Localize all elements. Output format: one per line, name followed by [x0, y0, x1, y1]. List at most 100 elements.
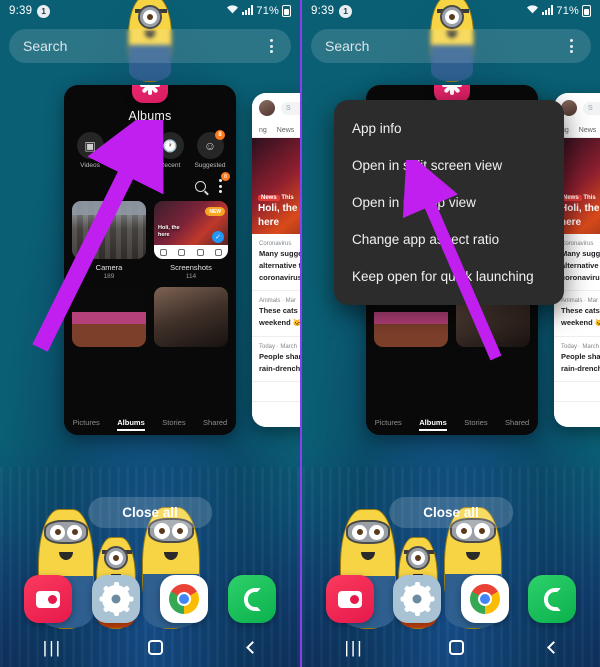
heart-icon: ♡: [116, 132, 144, 159]
album-tile[interactable]: Camera 189: [72, 201, 146, 280]
chrome-icon[interactable]: [160, 575, 208, 623]
tab-pictures[interactable]: Pictures: [73, 418, 100, 427]
quick-access-label: Favorites: [116, 162, 144, 169]
video-icon: ▣: [76, 132, 104, 159]
news-title-2: rain-drenche: [561, 363, 600, 373]
news-title-1: These cats a: [561, 306, 600, 316]
album-tile[interactable]: NEW Holi, thehere ✓ Screenshots 114: [154, 201, 228, 280]
search-bar[interactable]: Search: [311, 29, 591, 63]
news-headline-2: here: [258, 216, 280, 228]
recents-card-gallery[interactable]: Albums ▣ Videos ♡ Favorites 🕐 Recent: [64, 85, 236, 435]
thumb-caption: Holi, thehere: [158, 225, 180, 239]
battery-icon: [582, 5, 591, 17]
close-all-button[interactable]: Close all: [88, 497, 212, 528]
quick-access-suggested[interactable]: ☺ 8 Suggested: [193, 130, 227, 169]
quick-access-favorites[interactable]: ♡ Favorites: [113, 132, 147, 169]
back-icon[interactable]: [246, 640, 260, 654]
news-kicker: News: [258, 195, 280, 201]
avatar[interactable]: [259, 100, 275, 116]
phone-icon[interactable]: [228, 575, 276, 623]
app-context-menu: App info Open in split screen view Open …: [334, 100, 564, 305]
album-thumbnail-screenshots[interactable]: NEW Holi, thehere ✓: [154, 201, 228, 259]
news-list-item[interactable]: Animals · Mar These cats a weekend 🐱: [252, 291, 300, 337]
gallery-bottom-nav: Pictures Albums Stories Shared: [366, 409, 538, 435]
news-search-pill[interactable]: S: [583, 101, 600, 115]
album-count: 189: [103, 273, 115, 280]
kebab-menu-icon[interactable]: [566, 35, 577, 57]
kebab-menu-icon[interactable]: [266, 35, 277, 57]
gear-icon[interactable]: [393, 575, 442, 623]
menu-item-open-in-split-screen-view[interactable]: Open in split screen view: [334, 147, 564, 184]
gallery-bottom-nav: Pictures Albums Stories Shared: [64, 409, 236, 435]
quick-access-label: Videos: [80, 162, 100, 169]
news-title-2: rain-drenche: [259, 363, 300, 373]
news-title-1: These cats a: [259, 306, 300, 316]
quick-access-recent[interactable]: 🕐 Recent: [153, 132, 187, 169]
tab-shared[interactable]: Shared: [505, 418, 529, 427]
home-icon[interactable]: [448, 639, 464, 655]
news-title-2: weekend 🐱: [561, 318, 600, 327]
battery-icon: [282, 5, 291, 17]
close-all-button[interactable]: Close all: [389, 497, 513, 528]
tab-pictures[interactable]: Pictures: [375, 418, 402, 427]
news-title-2: alternative to: [561, 260, 600, 270]
search-input[interactable]: Search: [23, 38, 67, 54]
menu-item-keep-open-for-quick-launching[interactable]: Keep open for quick launching: [334, 258, 564, 295]
news-title-1: People share: [259, 351, 300, 361]
camera-icon[interactable]: [24, 575, 72, 623]
battery-percent: 71%: [556, 5, 579, 17]
dock: [0, 575, 300, 623]
album-thumbnail-3[interactable]: [72, 287, 146, 347]
news-headline-1: Holi, the: [560, 203, 600, 214]
home-icon[interactable]: [147, 639, 163, 655]
wifi-icon: [226, 4, 239, 18]
news-title-2: alternative to: [259, 260, 300, 270]
search-icon[interactable]: [195, 180, 206, 192]
news-source: Coronavirus: [561, 241, 594, 247]
news-tab-0[interactable]: ng: [259, 127, 267, 134]
news-source: Today · March: [259, 343, 298, 350]
album-thumbnail-camera[interactable]: [72, 201, 146, 259]
tab-shared[interactable]: Shared: [203, 418, 227, 427]
news-tab-1[interactable]: News: [579, 127, 597, 134]
news-footer: [252, 401, 300, 427]
recents-card-stack: S ng News News This Holi, the here Coron…: [0, 85, 300, 435]
tab-stories[interactable]: Stories: [464, 418, 487, 427]
news-kicker-meta: This: [281, 195, 294, 201]
chrome-icon[interactable]: [460, 575, 509, 623]
recents-icon[interactable]: |||: [344, 639, 363, 656]
recents-card-news[interactable]: S ng News News This Holi, the here Coron…: [252, 93, 300, 427]
news-kicker-meta: This: [583, 195, 596, 201]
menu-item-app-info[interactable]: App info: [334, 110, 564, 147]
recents-icon[interactable]: |||: [43, 639, 62, 656]
quick-access-videos[interactable]: ▣ Videos: [73, 132, 107, 169]
album-count: 114: [185, 273, 197, 280]
screenshot-pair: 9:39 1 71% Search S ng News News This Ho…: [0, 0, 600, 667]
tab-stories[interactable]: Stories: [162, 418, 185, 427]
fab-icon: ✓: [212, 231, 224, 243]
news-tab-1[interactable]: News: [277, 127, 295, 134]
gallery-flower-icon[interactable]: [132, 85, 168, 103]
camera-icon[interactable]: [325, 575, 374, 623]
back-icon[interactable]: [546, 640, 560, 654]
menu-item-change-app-aspect-ratio[interactable]: Change app aspect ratio: [334, 221, 564, 258]
menu-item-open-in-pop-up-view[interactable]: Open in pop-up view: [334, 184, 564, 221]
tab-albums[interactable]: Albums: [117, 418, 145, 431]
news-hero-image[interactable]: News This Holi, the here: [252, 138, 300, 234]
tab-albums[interactable]: Albums: [419, 418, 447, 431]
news-list-item[interactable]: Today · March People share rain-drenche: [554, 337, 600, 383]
album-name: Screenshots: [170, 263, 212, 272]
phone-icon[interactable]: [528, 575, 577, 623]
news-search-pill[interactable]: S: [281, 101, 300, 115]
notification-count-badge: 1: [339, 4, 353, 18]
search-input[interactable]: Search: [325, 38, 369, 54]
gear-icon[interactable]: [92, 575, 140, 623]
navigation-bar: |||: [302, 627, 600, 667]
news-title-3: coronavirus: [259, 272, 300, 282]
news-tabs[interactable]: ng News: [252, 123, 300, 138]
search-bar[interactable]: Search: [9, 29, 291, 63]
wifi-icon: [526, 4, 539, 18]
news-list-item[interactable]: Coronavirus Many sugge alternative to co…: [252, 234, 300, 292]
album-thumbnail-4[interactable]: [154, 287, 228, 347]
news-list-item[interactable]: Today · March People share rain-drenche: [252, 337, 300, 383]
